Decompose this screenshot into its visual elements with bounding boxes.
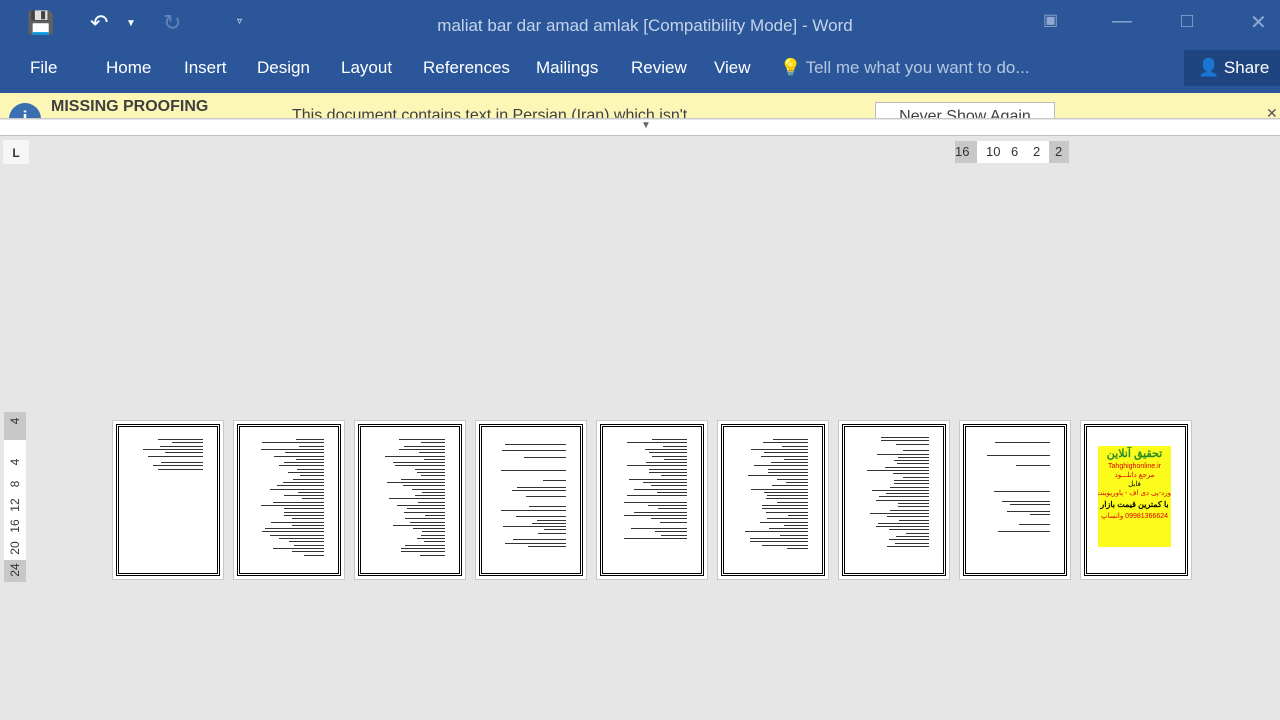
tab-view[interactable]: View: [714, 58, 751, 78]
vertical-ruler[interactable]: 4 4 8 12 16 20 24: [4, 412, 26, 582]
page-thumbnail[interactable]: [233, 420, 345, 580]
ruler-number: 2: [1055, 144, 1063, 159]
ruler-number: 8: [8, 480, 22, 488]
ad-line: مرجع دانلـــود: [1114, 472, 1155, 479]
never-show-again-button[interactable]: Never Show Again: [875, 102, 1055, 118]
tab-references[interactable]: References: [423, 58, 510, 78]
ruler-number: 16: [8, 519, 22, 533]
ad-line: فایل: [1128, 481, 1141, 488]
ruler-number: 10: [986, 144, 1001, 159]
advert-image: تحقیق آنلاین Tahghighonline.ir مرجع دانل…: [1098, 446, 1171, 547]
tab-layout[interactable]: Layout: [341, 58, 392, 78]
expand-ribbon-icon[interactable]: ▼: [641, 120, 651, 131]
page-thumbnail[interactable]: [717, 420, 829, 580]
tab-home[interactable]: Home: [106, 58, 151, 78]
ruler-number: 6: [1011, 144, 1019, 159]
close-message-icon[interactable]: ✕: [1266, 105, 1278, 118]
ruler-number: 24: [8, 563, 22, 577]
page-thumbnail[interactable]: تحقیق آنلاین Tahghighonline.ir مرجع دانل…: [1080, 420, 1192, 580]
ad-site: Tahghighonline.ir: [1108, 463, 1161, 470]
minimize-button[interactable]: —: [1112, 10, 1132, 33]
ad-line: ورد-پی دی اف - پاورپوینت: [1098, 490, 1171, 497]
page-thumbnail[interactable]: [112, 420, 224, 580]
ribbon-tabs: File Home Insert Design Layout Reference…: [0, 48, 1280, 93]
tab-mailings[interactable]: Mailings: [536, 58, 598, 78]
tab-insert[interactable]: Insert: [184, 58, 227, 78]
lightbulb-icon: 💡: [780, 58, 802, 77]
ruler-number: 2: [1033, 144, 1041, 159]
share-label: Share: [1223, 58, 1270, 77]
ruler-number: 4: [8, 458, 22, 466]
ad-line: 09981366624 واتساپ: [1100, 513, 1168, 520]
tell-me-text: Tell me what you want to do...: [805, 58, 1030, 77]
person-add-icon: 👤: [1198, 58, 1220, 77]
info-icon: i: [9, 103, 41, 118]
tab-file[interactable]: File: [30, 58, 57, 78]
title-bar: 💾 ↶ ▼ ↻ ▿ maliat bar dar amad amlak [Com…: [0, 0, 1280, 48]
tell-me-search[interactable]: 💡 Tell me what you want to do...: [780, 58, 1030, 78]
maximize-button[interactable]: □: [1181, 10, 1193, 33]
close-button[interactable]: ✕: [1250, 10, 1267, 35]
ruler-number: 16: [955, 144, 970, 159]
page-thumbnail[interactable]: [596, 420, 708, 580]
message-bar: i MISSING PROOFING This document contain…: [0, 93, 1280, 119]
page-thumbnail[interactable]: [959, 420, 1071, 580]
share-button[interactable]: 👤 Share: [1184, 50, 1280, 86]
ruler-number: 20: [8, 541, 22, 555]
tab-review[interactable]: Review: [631, 58, 687, 78]
page-thumbnail[interactable]: [354, 420, 466, 580]
tab-design[interactable]: Design: [257, 58, 310, 78]
ribbon-display-options-icon[interactable]: ▣: [1043, 10, 1058, 30]
message-text: This document contains text in Persian (…: [292, 107, 688, 119]
page-thumbnail[interactable]: [838, 420, 950, 580]
horizontal-ruler[interactable]: 16 10 6 2 2: [955, 141, 1069, 163]
tab-selector[interactable]: L: [3, 140, 29, 164]
ad-line: با کمترین قیمت بازار: [1100, 500, 1169, 509]
message-title: MISSING PROOFING: [51, 98, 209, 115]
page-thumbnail[interactable]: [475, 420, 587, 580]
window-title: maliat bar dar amad amlak [Compatibility…: [437, 16, 853, 35]
ribbon-collapsed-area: [0, 120, 1280, 136]
ruler-number: 4: [8, 417, 22, 425]
ad-title: تحقیق آنلاین: [1106, 448, 1163, 460]
ruler-number: 12: [8, 498, 22, 512]
